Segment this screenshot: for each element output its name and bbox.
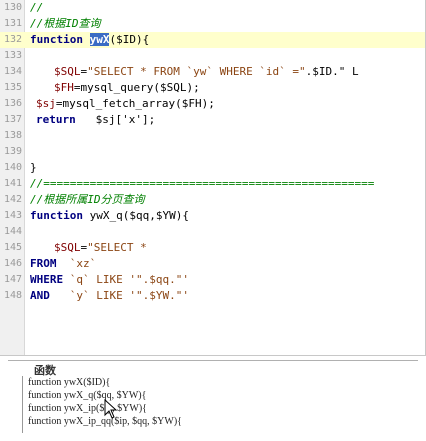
code-line[interactable]: 145 $SQL="SELECT *: [0, 240, 425, 256]
code-line[interactable]: 140 }: [0, 160, 425, 176]
code-line[interactable]: 144: [0, 224, 425, 240]
code-line[interactable]: 131 //根据ID查询: [0, 16, 425, 32]
variable: $FH: [54, 81, 74, 94]
variable: $sj: [36, 97, 56, 110]
code-text: $SQL="SELECT *: [30, 240, 421, 256]
line-number: 148: [3, 290, 22, 301]
string: "SELECT * FROM `yw` WHERE `id` =": [87, 65, 306, 78]
keyword: WHERE: [30, 273, 64, 286]
function-list-item[interactable]: function ywX($ID){: [28, 376, 110, 389]
panel-divider: [8, 360, 418, 375]
code-line[interactable]: 142 //根据所属ID分页查询: [0, 192, 425, 208]
code-comment: //根据所属ID分页查询: [30, 193, 145, 206]
line-number: 137: [3, 114, 22, 125]
keyword: function: [30, 33, 83, 46]
code-line[interactable]: 141 //==================================…: [0, 176, 425, 192]
code-comment: //根据ID查询: [30, 17, 101, 30]
line-number: 140: [3, 162, 22, 173]
code-line[interactable]: 147 WHERE `q` LIKE '".$qq."': [0, 272, 425, 288]
line-number: 145: [3, 242, 22, 253]
string: "SELECT *: [87, 241, 147, 254]
code-line[interactable]: 135 $FH=mysql_query($SQL);: [0, 80, 425, 96]
code-text: function ywX_q($qq,$YW){: [30, 208, 421, 224]
code-line[interactable]: 139: [0, 144, 425, 160]
line-number: 132: [3, 34, 22, 45]
code-line[interactable]: 143 function ywX_q($qq,$YW){: [0, 208, 425, 224]
code-text: $sj=mysql_fetch_array($FH);: [30, 96, 421, 112]
line-number: 135: [3, 82, 22, 93]
line-number: 146: [3, 258, 22, 269]
code-comment: //======================================…: [30, 177, 375, 190]
code-line[interactable]: 146 FROM `xz`: [0, 256, 425, 272]
string: `xz`: [69, 257, 97, 270]
code-line[interactable]: 148 AND `y` LIKE '".$YW."': [0, 288, 425, 304]
keyword: FROM: [30, 257, 57, 270]
code-text: //: [30, 1, 50, 14]
string: `q` LIKE '".$qq."': [69, 273, 189, 286]
code-text: FROM `xz`: [30, 256, 421, 272]
line-number: 136: [3, 98, 22, 109]
code-text: $FH=mysql_query($SQL);: [30, 80, 421, 96]
code-text: $SQL="SELECT * FROM `yw` WHERE `id` =".$…: [30, 64, 421, 80]
line-number: 143: [3, 210, 22, 221]
code-text: AND `y` LIKE '".$YW."': [30, 288, 421, 304]
code-fragment: =mysql_query($SQL);: [73, 81, 200, 94]
variable: $SQL: [54, 65, 81, 78]
code-text: }: [30, 161, 37, 174]
keyword: AND: [30, 289, 50, 302]
keyword: function: [30, 209, 83, 222]
line-number: 141: [3, 178, 22, 189]
function-list-item[interactable]: function ywX_ip($ip, $YW){: [28, 402, 147, 415]
line-number: 147: [3, 274, 22, 285]
code-fragment: =mysql_fetch_array($FH);: [55, 97, 215, 110]
line-number: 131: [3, 18, 22, 29]
line-number: 134: [3, 66, 22, 77]
mouse-cursor-icon: [104, 399, 118, 419]
code-line[interactable]: 130 //: [0, 0, 425, 16]
variable: $SQL: [54, 241, 81, 254]
code-fragment: ywX_q($qq,$YW){: [89, 209, 189, 222]
code-text: return $sj['x'];: [30, 112, 421, 128]
line-number: 139: [3, 146, 22, 157]
string: `y` LIKE '".$YW."': [69, 289, 189, 302]
code-fragment: ($ID){: [109, 33, 150, 46]
code-line[interactable]: 134 $SQL="SELECT * FROM `yw` WHERE `id` …: [0, 64, 425, 80]
line-number: 144: [3, 226, 22, 237]
code-line-current[interactable]: 132 function ywX($ID){: [0, 32, 425, 48]
code-fragment: .$ID." L: [305, 65, 359, 78]
line-number: 138: [3, 130, 22, 141]
code-text: function ywX($ID){: [30, 32, 421, 48]
tree-connector: [22, 376, 23, 433]
keyword: return: [36, 113, 76, 126]
code-line[interactable]: 137 return $sj['x'];: [0, 112, 425, 128]
code-editor[interactable]: 130 // 131 //根据ID查询 132 function ywX($ID…: [0, 0, 426, 356]
function-list-item[interactable]: function ywX_q($qq, $YW){: [28, 389, 146, 402]
line-number: 130: [3, 2, 22, 13]
code-text: WHERE `q` LIKE '".$qq."': [30, 272, 421, 288]
line-number: 142: [3, 194, 22, 205]
code-fragment: $sj['x'];: [95, 113, 156, 126]
code-line[interactable]: 136 $sj=mysql_fetch_array($FH);: [0, 96, 425, 112]
code-line[interactable]: 133: [0, 48, 425, 64]
function-list-panel: 函数 function ywX($ID){ function ywX_q($qq…: [0, 356, 426, 441]
code-line[interactable]: 138: [0, 128, 425, 144]
line-number: 133: [3, 50, 22, 61]
selected-text[interactable]: ywX: [89, 33, 110, 46]
